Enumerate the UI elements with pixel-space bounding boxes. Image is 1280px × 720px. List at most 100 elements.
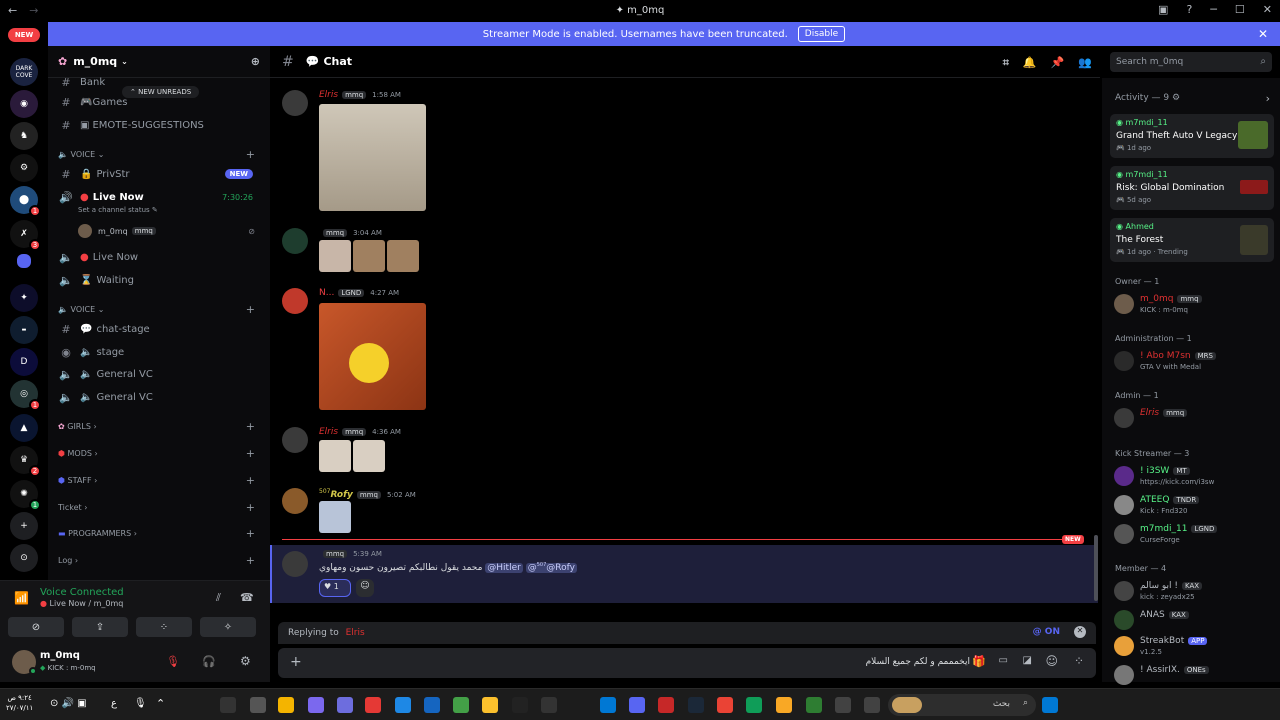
member-item[interactable]: StreakBot APP v1.2.5 xyxy=(1114,634,1276,660)
taskbar-app-icon[interactable] xyxy=(541,697,557,713)
user-mention[interactable]: @Hitler xyxy=(485,563,523,573)
author-name[interactable]: Rofy xyxy=(330,490,352,500)
disable-button[interactable]: Disable xyxy=(797,26,846,42)
member-item[interactable]: m7mdi_11 LGND CurseForge xyxy=(1114,522,1276,548)
mic-tray-icon[interactable]: 🎙 xyxy=(134,698,147,709)
activity-card[interactable]: ◉ Ahmed The Forest 🎮 1d ago · Trending xyxy=(1110,218,1274,262)
user-mention[interactable]: @507@Rofy xyxy=(525,562,577,573)
member-item[interactable]: ANAS KAX xyxy=(1114,608,1276,634)
voice-connected-label[interactable]: Voice Connected xyxy=(40,587,124,598)
avatar[interactable] xyxy=(282,551,308,577)
sticker[interactable] xyxy=(319,440,351,472)
gear-icon[interactable]: ⚙ xyxy=(1172,93,1180,103)
new-pill[interactable]: NEW xyxy=(8,28,40,42)
screen-share-button[interactable]: ⇪ xyxy=(72,617,128,637)
add-channel-icon[interactable]: + xyxy=(246,447,255,460)
taskbar-app-icon[interactable] xyxy=(806,697,822,713)
chevron-up-icon[interactable]: ⌃ xyxy=(156,697,165,710)
channel-waiting[interactable]: 🔈 ⌛ Waiting xyxy=(58,270,263,290)
sticker[interactable] xyxy=(319,501,351,533)
invite-icon[interactable]: ⊕ xyxy=(251,55,260,68)
taskbar-app-icon[interactable] xyxy=(250,697,266,713)
member-item[interactable]: ! i3SW MT https://kick.com/i3sw xyxy=(1114,464,1276,490)
bell-icon[interactable]: 🔔 xyxy=(1023,56,1037,70)
channel-emote-suggestions[interactable]: # ▣ EMOTE-SUGGESTIONS xyxy=(58,115,263,135)
message-input[interactable]: + ايخمممم و لكم جميع السلام 🎁 ▭ ◪ ☺ ⁘ xyxy=(278,648,1096,678)
close-window-button[interactable]: ✕ xyxy=(1263,3,1272,16)
disconnect-icon[interactable]: ☎ xyxy=(240,591,254,604)
help-icon[interactable]: ? xyxy=(1186,3,1192,16)
server-icon-dark-cove[interactable]: DARK COVE xyxy=(10,58,38,86)
minimize-button[interactable]: ─ xyxy=(1210,3,1217,16)
threads-icon[interactable]: ⌗ xyxy=(1003,56,1009,70)
ping-toggle[interactable]: @ ON xyxy=(1033,627,1060,637)
taskbar-chrome-icon[interactable] xyxy=(717,697,733,713)
member-item[interactable]: m_0mq mmq KICK : m-0mq xyxy=(1114,292,1276,318)
gif-attachment[interactable] xyxy=(319,303,426,410)
taskbar-app-icon[interactable] xyxy=(864,697,880,713)
sticker[interactable] xyxy=(353,240,385,272)
image-attachment[interactable] xyxy=(319,104,426,211)
channel-stage[interactable]: ◉ 🔈 stage xyxy=(58,342,263,362)
soundboard-button[interactable]: ✧ xyxy=(200,617,256,637)
user-name[interactable]: m_0mq xyxy=(40,650,80,661)
server-icon-12[interactable]: ♛ 2 xyxy=(10,446,41,477)
author-name[interactable]: Elris xyxy=(319,90,338,100)
server-icon-13[interactable]: ✺ 1 xyxy=(10,480,41,511)
activities-button[interactable]: ⁘ xyxy=(136,617,192,637)
server-icon-11[interactable]: ▲ xyxy=(10,414,38,442)
add-channel-icon[interactable]: + xyxy=(246,474,255,487)
category-voice-2[interactable]: 🔈 VOICE ⌄ + xyxy=(58,303,263,316)
server-icon-2[interactable]: ◉ xyxy=(10,90,38,118)
member-item[interactable]: ATEEQ TNDR Kick : Fnd320 xyxy=(1114,493,1276,519)
voice-location[interactable]: ● Live Now / m_0mq xyxy=(40,599,123,608)
maximize-button[interactable]: ☐ xyxy=(1235,3,1245,16)
category-log[interactable]: Log › + xyxy=(58,554,263,567)
activity-card[interactable]: ◉ m7mdi_11 Grand Theft Auto V Legacy 🎮 1… xyxy=(1110,114,1274,158)
tray-icons[interactable]: ⊙ 🔊 ▣ xyxy=(50,698,87,709)
channel-chat-stage[interactable]: # 💬 chat-stage xyxy=(58,319,263,339)
sticker[interactable] xyxy=(353,440,385,472)
emoji-icon[interactable]: ☺ xyxy=(1045,654,1058,668)
pin-icon[interactable]: 📌 xyxy=(1051,56,1065,70)
category-ticket[interactable]: Ticket › + xyxy=(58,501,263,514)
server-icon-9[interactable]: D xyxy=(10,348,38,376)
members-icon[interactable]: 👥 xyxy=(1078,56,1092,70)
mic-muted-icon[interactable]: 🎙 xyxy=(166,655,180,668)
taskbar-app-icon[interactable] xyxy=(835,697,851,713)
channel-privstr[interactable]: # 🔒 PrivStr NEW xyxy=(58,164,263,184)
avatar[interactable] xyxy=(282,228,308,254)
server-icon-10[interactable]: ◎ 1 xyxy=(10,380,41,411)
taskbar-app-icon[interactable] xyxy=(600,697,616,713)
new-unreads-pill[interactable]: ⌃ NEW UNREADS xyxy=(122,86,200,98)
add-channel-icon[interactable]: + xyxy=(246,148,255,161)
add-reaction-button[interactable]: ☺ xyxy=(356,579,374,597)
taskbar-app-icon[interactable] xyxy=(365,697,381,713)
server-icon-7[interactable]: ✦ xyxy=(10,284,38,312)
category-programmers[interactable]: ▬ PROGRAMMERS › + xyxy=(58,527,263,540)
server-icon-3[interactable]: ♞ xyxy=(10,122,38,150)
taskbar-app-icon[interactable] xyxy=(424,697,440,713)
add-channel-icon[interactable]: + xyxy=(246,554,255,567)
add-channel-icon[interactable]: + xyxy=(246,527,255,540)
inbox-icon[interactable]: ▣ xyxy=(1158,3,1168,16)
language-indicator[interactable]: ع xyxy=(111,698,117,709)
folder-icon[interactable] xyxy=(17,254,31,268)
server-icon-6[interactable]: ✗ 3 xyxy=(10,220,41,251)
discover-icon[interactable]: ⊙ xyxy=(10,544,38,572)
taskbar-app-icon[interactable] xyxy=(453,697,469,713)
category-voice-1[interactable]: 🔈 VOICE ⌄ + xyxy=(58,148,263,161)
channel-general-vc-1[interactable]: 🔈 🔈 General VC xyxy=(58,364,263,384)
member-item[interactable]: ! Abo M7sn MRS GTA V with Medal xyxy=(1114,349,1276,375)
add-channel-icon[interactable]: + xyxy=(246,303,255,316)
channel-status-field[interactable]: Set a channel status ✎ xyxy=(78,206,158,214)
sticker[interactable] xyxy=(319,240,351,272)
avatar[interactable] xyxy=(282,90,308,116)
clock[interactable]: ٩:٢٤ ص ٢٧/٠٧/١١ xyxy=(6,693,33,713)
author-name[interactable]: Elris xyxy=(319,427,338,437)
taskbar-steam-icon[interactable] xyxy=(688,697,704,713)
member-item[interactable]: ! AssirIX. ONEs xyxy=(1114,663,1276,685)
category-girls[interactable]: ✿ GIRLS › + xyxy=(58,420,263,433)
settings-gear-icon[interactable]: ⚙ xyxy=(240,654,251,668)
channel-live-now-2[interactable]: 🔈 ● Live Now xyxy=(58,247,263,267)
